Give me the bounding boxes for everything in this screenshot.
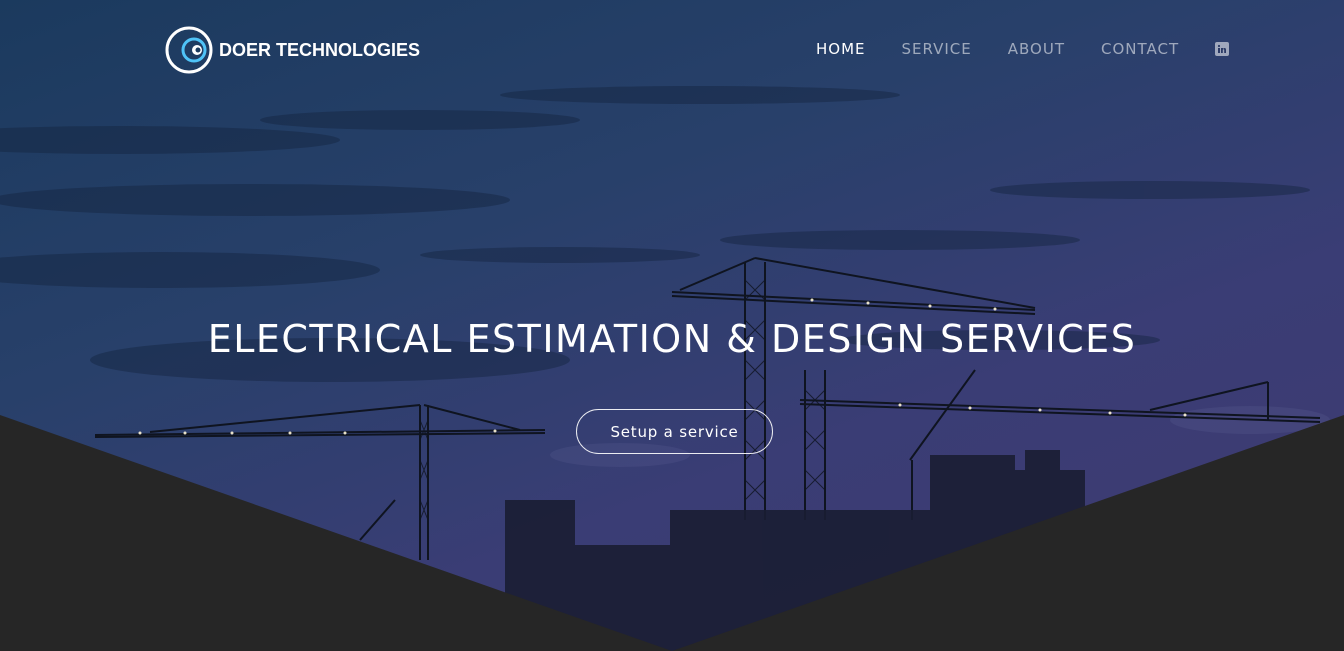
linkedin-glyph-icon bbox=[1218, 44, 1227, 53]
brand-name: DOER TECHNOLOGIES bbox=[219, 39, 421, 60]
setup-service-button[interactable]: Setup a service bbox=[576, 409, 773, 454]
hero-section: DOER TECHNOLOGIES HOME SERVICE ABOUT CON… bbox=[0, 0, 1344, 651]
brand-logo[interactable]: DOER TECHNOLOGIES bbox=[163, 26, 420, 74]
nav-item-service[interactable]: SERVICE bbox=[902, 40, 972, 58]
hero-headline: ELECTRICAL ESTIMATION & DESIGN SERVICES bbox=[207, 317, 1137, 361]
linkedin-icon[interactable] bbox=[1215, 42, 1230, 56]
top-navbar: DOER TECHNOLOGIES HOME SERVICE ABOUT CON… bbox=[0, 0, 1344, 100]
nav-item-contact[interactable]: CONTACT bbox=[1101, 40, 1179, 58]
nav-item-home[interactable]: HOME bbox=[816, 40, 866, 58]
nav-menu: HOME SERVICE ABOUT CONTACT bbox=[816, 40, 1230, 58]
logo-mark-icon bbox=[165, 26, 213, 74]
nav-item-about[interactable]: ABOUT bbox=[1008, 40, 1065, 58]
